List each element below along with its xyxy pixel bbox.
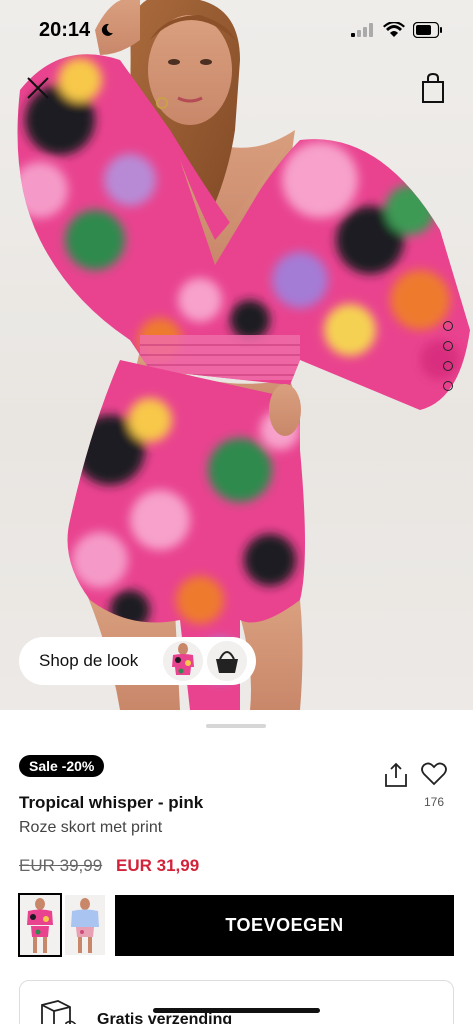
sheet-grabber[interactable] [206, 724, 266, 728]
product-subtitle: Roze skort met print [19, 819, 163, 836]
truck-icon [41, 1000, 77, 1024]
close-icon [27, 77, 49, 99]
shopping-bag-button[interactable] [419, 72, 447, 104]
carousel-dot[interactable] [443, 341, 453, 351]
home-indicator[interactable] [153, 1008, 320, 1013]
look-thumbnail-bag[interactable] [207, 641, 247, 681]
product-hero-image[interactable]: 20:14 Shop de look [0, 0, 473, 710]
bag-thumbnail-image [207, 641, 247, 681]
variant-image-pink [20, 895, 60, 955]
heart-icon [421, 762, 447, 786]
status-time: 20:14 [39, 19, 91, 41]
sale-badge: Sale -20% [19, 755, 105, 777]
like-count: 176 [423, 795, 445, 809]
shipping-info-card[interactable]: Gratis verzending [19, 980, 454, 1024]
variant-image-blue [65, 895, 105, 955]
status-indicators [351, 22, 443, 38]
variant-thumbnail-pink[interactable] [18, 893, 62, 957]
outfit-thumbnail-image [163, 641, 203, 681]
carousel-dot[interactable] [443, 381, 453, 391]
shopping-bag-icon [422, 72, 444, 103]
shop-the-look-label: Shop de look [39, 651, 139, 670]
add-to-cart-button[interactable]: TOEVOEGEN [115, 895, 454, 956]
product-detail-sheet: Sale -20% 176 Tropical whisper - pink Ro… [0, 710, 473, 1024]
sale-price: EUR 31,99 [116, 856, 200, 875]
look-thumbnail-outfit[interactable] [163, 641, 203, 681]
signal-icon [351, 23, 373, 37]
carousel-dot[interactable] [443, 361, 453, 371]
close-button[interactable] [22, 72, 54, 104]
product-name: Tropical whisper - pink [19, 793, 204, 812]
moon-icon [101, 23, 113, 36]
product-photo [17, 0, 470, 710]
favorite-button[interactable] [420, 760, 448, 788]
share-button[interactable] [383, 762, 409, 788]
battery-icon [413, 22, 442, 38]
shop-the-look-button[interactable]: Shop de look [19, 637, 256, 685]
carousel-dot[interactable] [443, 321, 453, 331]
wifi-icon [383, 22, 405, 37]
variant-thumbnail-blue[interactable] [65, 895, 105, 955]
status-bar: 20:14 [0, 0, 473, 60]
carousel-dots [443, 321, 453, 391]
share-icon [385, 762, 407, 787]
original-price: EUR 39,99 [19, 856, 103, 875]
